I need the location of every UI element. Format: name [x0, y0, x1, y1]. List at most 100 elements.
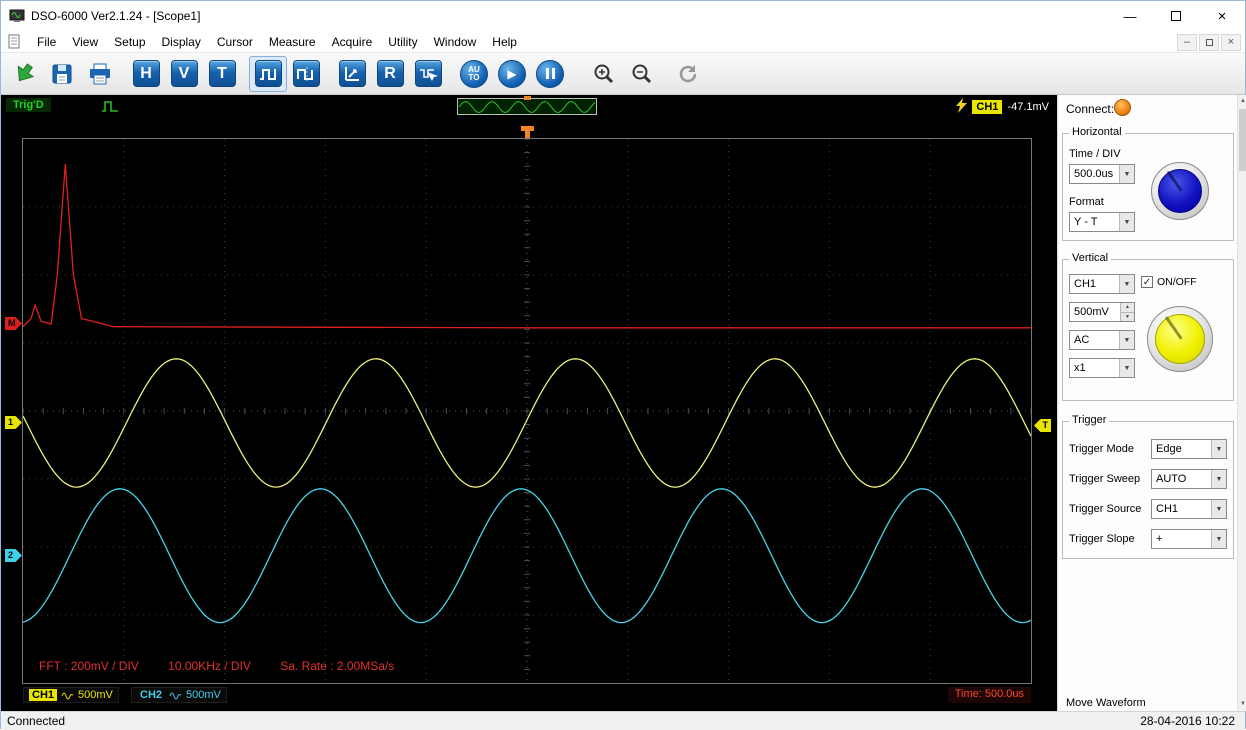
timebase-indicator: Time: 500.0us: [947, 687, 1031, 703]
menu-setup[interactable]: Setup: [106, 33, 153, 51]
fft-freq-text: 10.00KHz / DIV: [168, 659, 251, 673]
zoom-in-icon: [594, 64, 614, 83]
ch2-indicator[interactable]: CH2 500mV: [131, 687, 227, 703]
waveform-preview[interactable]: [457, 96, 597, 115]
chevron-down-icon[interactable]: ▼: [1211, 470, 1226, 488]
autoset-button[interactable]: AU TO: [455, 56, 493, 92]
time-div-select[interactable]: 500.0us ▼: [1069, 164, 1135, 184]
ch1-coupling-icon: [61, 692, 74, 699]
vertical-setup-button[interactable]: V: [165, 56, 203, 92]
scroll-up-icon[interactable]: ▲: [1238, 95, 1246, 108]
vertical-group: Vertical CH1 ▼ ✓ ON/OFF 500mV ▲ ▼ AC ▼ x…: [1062, 252, 1234, 401]
mdi-close-icon[interactable]: ×: [1221, 33, 1241, 51]
coupling-select[interactable]: AC ▼: [1069, 330, 1135, 350]
trigger-level-marker[interactable]: T: [1034, 419, 1051, 432]
bolt-icon: [956, 97, 968, 116]
menu-help[interactable]: Help: [484, 33, 525, 51]
horizontal-group: Horizontal Time / DIV 500.0us ▼ Format Y…: [1062, 126, 1234, 241]
minimize-icon[interactable]: —: [1107, 1, 1153, 31]
trigger-slope-select[interactable]: + ▼: [1151, 529, 1227, 549]
trigger-setup-button[interactable]: T: [203, 56, 241, 92]
trigger-source-select[interactable]: CH1 ▼: [1151, 499, 1227, 519]
chevron-down-icon[interactable]: ▼: [1119, 359, 1134, 377]
ch1-indicator[interactable]: CH1 500mV: [23, 687, 119, 703]
green-arrow-icon: [17, 62, 35, 81]
chevron-down-icon[interactable]: ▼: [1119, 275, 1134, 293]
spin-down-icon[interactable]: ▼: [1120, 311, 1134, 321]
trigger-sweep-select[interactable]: AUTO ▼: [1151, 469, 1227, 489]
waveform-mode-button[interactable]: [249, 55, 287, 92]
ch1-position-marker[interactable]: 1: [5, 416, 22, 429]
spin-up-icon[interactable]: ▲: [1120, 303, 1134, 312]
menu-file[interactable]: File: [29, 33, 64, 51]
document-icon: [7, 34, 21, 49]
preview-trigger-marker[interactable]: [524, 96, 531, 100]
onoff-label: ON/OFF: [1157, 276, 1197, 288]
pause-icon: [536, 59, 564, 88]
menu-cursor[interactable]: Cursor: [209, 33, 261, 51]
floppy-icon: [52, 64, 72, 83]
ch2-scale: 500mV: [186, 689, 221, 701]
trigger-source-label: Trigger Source: [1069, 503, 1142, 515]
close-icon[interactable]: ×: [1199, 1, 1245, 31]
zoom-out-button[interactable]: [623, 56, 661, 92]
mdi-restore-icon[interactable]: [1199, 33, 1219, 51]
mdi-window-controls: – ×: [1177, 31, 1241, 53]
scope-plot[interactable]: FFT : 200mV / DIV 10.00KHz / DIV Sa. Rat…: [22, 138, 1032, 684]
format-select[interactable]: Y - T ▼: [1069, 212, 1135, 232]
print-button[interactable]: [81, 56, 119, 92]
panel-scrollbar[interactable]: ▲ ▼: [1237, 95, 1246, 711]
waveform-capture-button[interactable]: [287, 56, 325, 92]
trigger-group: Trigger Trigger Mode Edge ▼ Trigger Swee…: [1062, 414, 1234, 559]
menu-utility[interactable]: Utility: [380, 33, 425, 51]
waveform-display[interactable]: [23, 139, 1031, 683]
chevron-down-icon[interactable]: ▼: [1119, 213, 1134, 231]
horizontal-setup-button[interactable]: H: [127, 56, 165, 92]
math-position-marker[interactable]: M: [5, 317, 22, 330]
vertical-knob[interactable]: [1147, 306, 1213, 372]
chevron-down-icon[interactable]: ▼: [1211, 500, 1226, 518]
horizontal-knob[interactable]: [1151, 162, 1209, 220]
menu-view[interactable]: View: [64, 33, 106, 51]
trigger-mode-select[interactable]: Edge ▼: [1151, 439, 1227, 459]
chevron-down-icon[interactable]: ▼: [1119, 331, 1134, 349]
import-button[interactable]: [5, 56, 43, 92]
ch2-position-marker[interactable]: 2: [5, 549, 22, 562]
app-logo-icon: [9, 8, 25, 24]
record-button[interactable]: R: [371, 56, 409, 92]
save-button[interactable]: [43, 56, 81, 92]
scrollbar-thumb[interactable]: [1239, 109, 1246, 171]
menu-window[interactable]: Window: [426, 33, 485, 51]
ch2-coupling-icon: [169, 692, 182, 699]
cursor-measure-button[interactable]: [409, 56, 447, 92]
trigger-level-value: -47.1mV: [1007, 100, 1049, 113]
zoom-in-button[interactable]: [585, 56, 623, 92]
refresh-button[interactable]: [669, 56, 707, 92]
chevron-down-icon[interactable]: ▼: [1211, 440, 1226, 458]
scope-display-area: Trig'D CH1 -47.1mV FFT: 200mV / DIV 10.…: [1, 95, 1057, 711]
scroll-down-icon[interactable]: ▼: [1238, 698, 1246, 711]
trigger-channel-badge: CH1: [972, 99, 1003, 114]
pause-button[interactable]: [531, 56, 569, 92]
xy-display-button[interactable]: [333, 56, 371, 92]
menu-acquire[interactable]: Acquire: [324, 33, 381, 51]
trigger-position-marker[interactable]: [521, 126, 534, 138]
volts-div-stepper[interactable]: 500mV ▲ ▼: [1069, 302, 1135, 322]
chevron-down-icon[interactable]: ▼: [1211, 530, 1226, 548]
menu-bar: File View Setup Display Cursor Measure A…: [1, 31, 1245, 53]
maximize-icon[interactable]: [1153, 1, 1199, 31]
run-button[interactable]: ▶: [493, 56, 531, 92]
checkbox-checked-icon[interactable]: ✓: [1141, 276, 1153, 288]
trigger-readout: CH1 -47.1mV: [956, 97, 1049, 116]
chevron-down-icon[interactable]: ▼: [1119, 165, 1134, 183]
menu-measure[interactable]: Measure: [261, 33, 324, 51]
menu-display[interactable]: Display: [154, 33, 209, 51]
vertical-group-title: Vertical: [1069, 252, 1112, 264]
channel-select[interactable]: CH1 ▼: [1069, 274, 1135, 294]
mdi-minimize-icon[interactable]: –: [1177, 33, 1197, 51]
control-panel: Connect: Horizontal Time / DIV 500.0us ▼…: [1057, 95, 1237, 711]
auto-icon: AU TO: [460, 59, 488, 88]
r-letter-icon: R: [376, 60, 404, 87]
channel-onoff[interactable]: ✓ ON/OFF: [1141, 276, 1197, 288]
probe-select[interactable]: x1 ▼: [1069, 358, 1135, 378]
